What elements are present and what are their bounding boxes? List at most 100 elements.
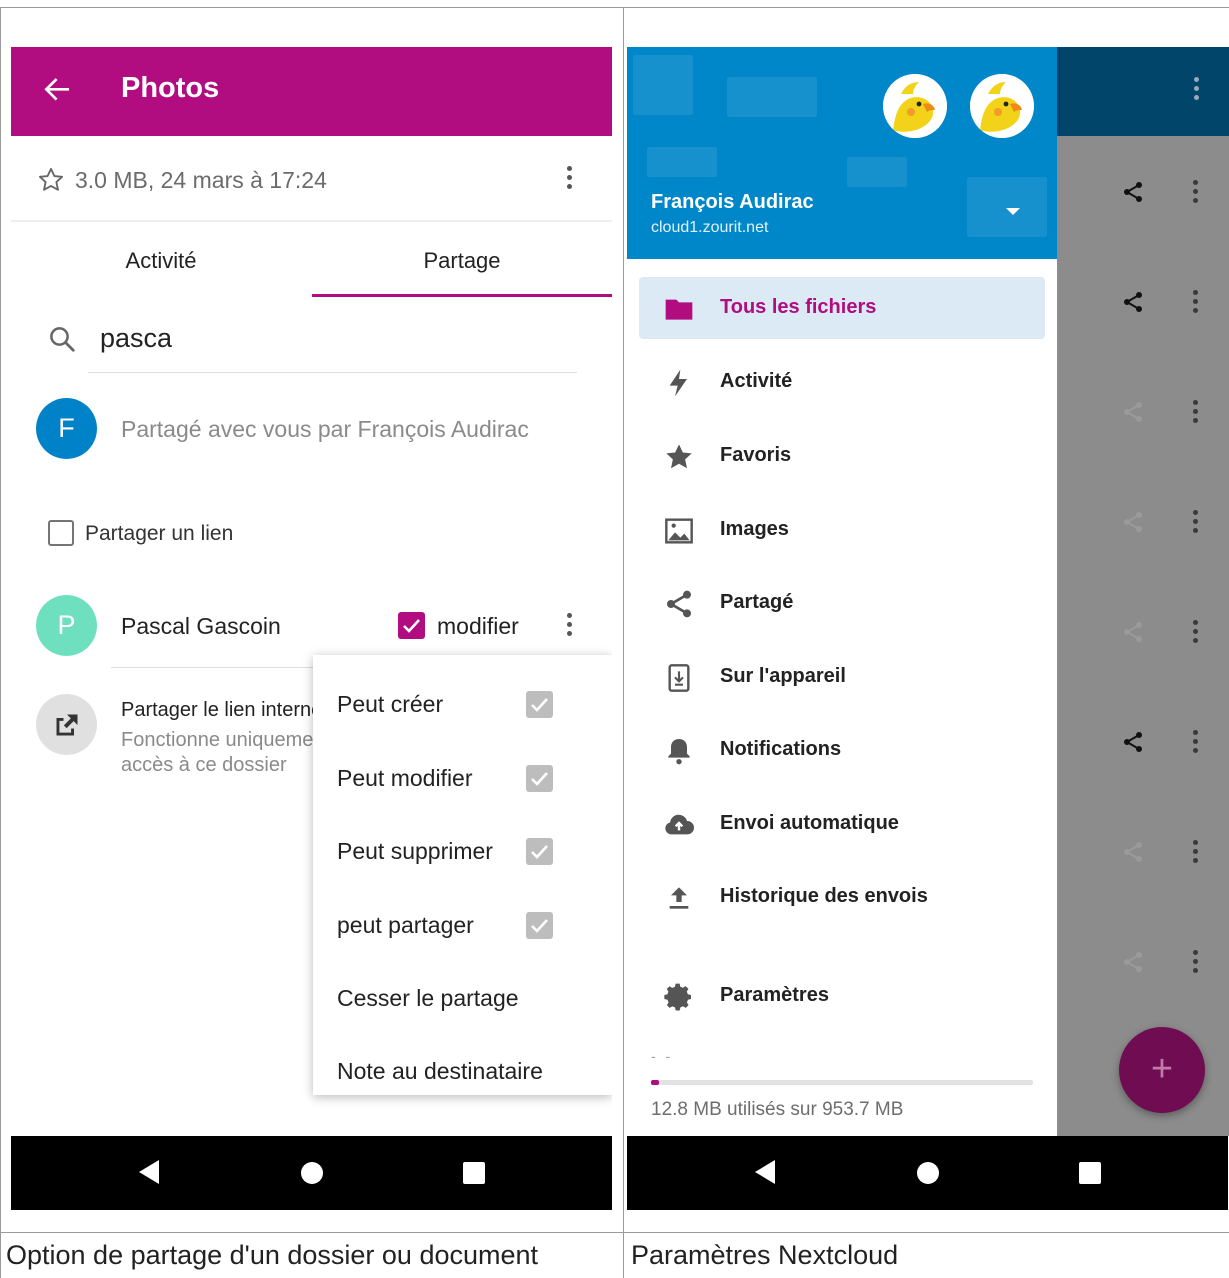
- nav-home-icon[interactable]: [301, 1162, 323, 1184]
- file-meta: 3.0 MB, 24 mars à 17:24: [75, 167, 327, 193]
- bell-icon: [668, 739, 690, 765]
- image-icon: [665, 518, 693, 544]
- nav-back-icon[interactable]: [755, 1160, 775, 1184]
- toolbar-more-icon[interactable]: [1194, 77, 1200, 104]
- row-more-icon[interactable]: [1193, 950, 1199, 977]
- search-input[interactable]: pasca: [100, 323, 172, 354]
- search-icon: [50, 327, 75, 352]
- share-icon[interactable]: [1121, 510, 1145, 534]
- checkbox-peut-modifier[interactable]: [526, 765, 553, 792]
- nav-recents-icon[interactable]: [463, 1162, 485, 1184]
- menu-item-peut-supprimer[interactable]: Peut supprimer: [313, 816, 612, 889]
- menu-item-label: peut partager: [337, 912, 474, 938]
- share-link-checkbox[interactable]: [48, 520, 74, 546]
- nav-item-label: Favoris: [720, 444, 792, 466]
- row-more-icon[interactable]: [1193, 840, 1199, 867]
- share-icon[interactable]: [1121, 950, 1145, 974]
- nav-item-historique-envois[interactable]: Historique des envois: [639, 866, 1045, 928]
- check-icon: [531, 919, 548, 933]
- menu-item-peut-partager[interactable]: peut partager: [313, 890, 612, 963]
- avatar-owner: F: [36, 398, 97, 459]
- row-more-icon[interactable]: [1193, 180, 1199, 207]
- checkbox-peut-partager[interactable]: [526, 912, 553, 939]
- menu-item-note[interactable]: Note au destinataire: [313, 1036, 612, 1109]
- nav-home-icon[interactable]: [917, 1162, 939, 1184]
- nav-item-label: Activité: [720, 370, 793, 392]
- active-tab-indicator: [312, 294, 612, 297]
- share-icon[interactable]: [1121, 180, 1145, 204]
- upload-icon: [669, 887, 689, 909]
- row-more-icon[interactable]: [1193, 400, 1199, 427]
- tab-bar: Activité Partage: [11, 224, 612, 298]
- quota-progress-bar: [651, 1080, 1033, 1085]
- share-icon[interactable]: [1121, 290, 1145, 314]
- account-avatar[interactable]: [883, 74, 947, 138]
- quota-text: 12.8 MB utilisés sur 953.7 MB: [651, 1099, 904, 1120]
- account-avatar-secondary[interactable]: [970, 74, 1034, 138]
- tab-activite[interactable]: Activité: [11, 224, 311, 298]
- nav-item-images[interactable]: Images: [639, 499, 1045, 561]
- row-more-icon[interactable]: [1193, 620, 1199, 647]
- share-icon[interactable]: [1121, 840, 1145, 864]
- menu-item-cesser-partage[interactable]: Cesser le partage: [313, 963, 612, 1036]
- divider: [111, 667, 324, 668]
- add-fab-button[interactable]: +: [1119, 1027, 1205, 1113]
- checkbox-peut-supprimer[interactable]: [526, 838, 553, 865]
- header-pattern: [847, 157, 907, 187]
- nav-item-sur-appareil[interactable]: Sur l'appareil: [639, 646, 1045, 708]
- row-more-icon[interactable]: [1193, 510, 1199, 537]
- nav-item-label: Envoi automatique: [720, 812, 899, 834]
- share-icon[interactable]: [1121, 730, 1145, 754]
- menu-item-peut-modifier[interactable]: Peut modifier: [313, 743, 612, 816]
- star-icon: [666, 444, 692, 469]
- tab-partage[interactable]: Partage: [312, 224, 612, 298]
- more-options-icon[interactable]: [567, 166, 573, 193]
- caption-left: Option de partage d'un dossier ou docume…: [6, 1240, 539, 1270]
- drawer-screen: + François Audirac cloud1.zourit.net Tou…: [627, 47, 1229, 1210]
- table-border-left: [0, 7, 1, 1278]
- table-border-row: [0, 1232, 1229, 1233]
- search-field[interactable]: pasca: [11, 302, 612, 374]
- background-toolbar: [1057, 47, 1229, 136]
- system-nav-bar: [11, 1136, 612, 1210]
- row-more-icon[interactable]: [1193, 290, 1199, 317]
- internal-link-title[interactable]: Partager le lien interne: [121, 699, 322, 722]
- nav-item-envoi-automatique[interactable]: Envoi automatique: [639, 793, 1045, 855]
- account-dropdown-icon[interactable]: [1006, 208, 1020, 215]
- table-border-top: [0, 7, 1229, 8]
- file-info-row: 3.0 MB, 24 mars à 17:24: [11, 136, 612, 222]
- sharee-options-icon[interactable]: [567, 613, 573, 640]
- header-pattern: [633, 55, 693, 115]
- check-icon: [531, 772, 548, 786]
- parrot-avatar-icon: [970, 74, 1034, 138]
- sharee-name: Pascal Gascoin: [121, 613, 281, 639]
- table-border-middle: [623, 7, 624, 1278]
- nav-item-tous-les-fichiers[interactable]: Tous les fichiers: [639, 277, 1045, 339]
- menu-item-peut-creer[interactable]: Peut créer: [313, 669, 612, 742]
- row-more-icon[interactable]: [1193, 730, 1199, 757]
- nav-item-notifications[interactable]: Notifications: [639, 719, 1045, 781]
- parrot-avatar-icon: [883, 74, 947, 138]
- nav-item-favoris[interactable]: Favoris: [639, 425, 1045, 487]
- share-icon: [667, 590, 691, 618]
- account-name: François Audirac: [651, 191, 814, 213]
- nav-recents-icon[interactable]: [1079, 1162, 1101, 1184]
- share-link-label: Partager un lien: [85, 522, 234, 545]
- internal-link-avatar: [36, 694, 97, 755]
- share-icon[interactable]: [1121, 400, 1145, 424]
- nav-item-activite[interactable]: Activité: [639, 351, 1045, 413]
- checkbox-peut-creer[interactable]: [526, 691, 553, 718]
- quota-progress-fill: [651, 1080, 659, 1085]
- share-icon[interactable]: [1121, 620, 1145, 644]
- back-arrow-icon[interactable]: [39, 71, 75, 107]
- nav-back-icon[interactable]: [139, 1160, 159, 1184]
- nav-item-parametres[interactable]: Paramètres: [639, 965, 1045, 1027]
- header-pattern: [967, 177, 1047, 237]
- star-outline-icon[interactable]: [37, 166, 65, 194]
- nav-item-partage[interactable]: Partagé: [639, 572, 1045, 634]
- navigation-drawer: François Audirac cloud1.zourit.net Tous …: [627, 47, 1057, 1136]
- nav-item-label: Paramètres: [720, 984, 829, 1006]
- sharing-screen: Photos 3.0 MB, 24 mars à 17:24 Activité …: [11, 47, 612, 1210]
- modify-checkbox[interactable]: [398, 612, 425, 639]
- lightning-icon: [669, 369, 687, 397]
